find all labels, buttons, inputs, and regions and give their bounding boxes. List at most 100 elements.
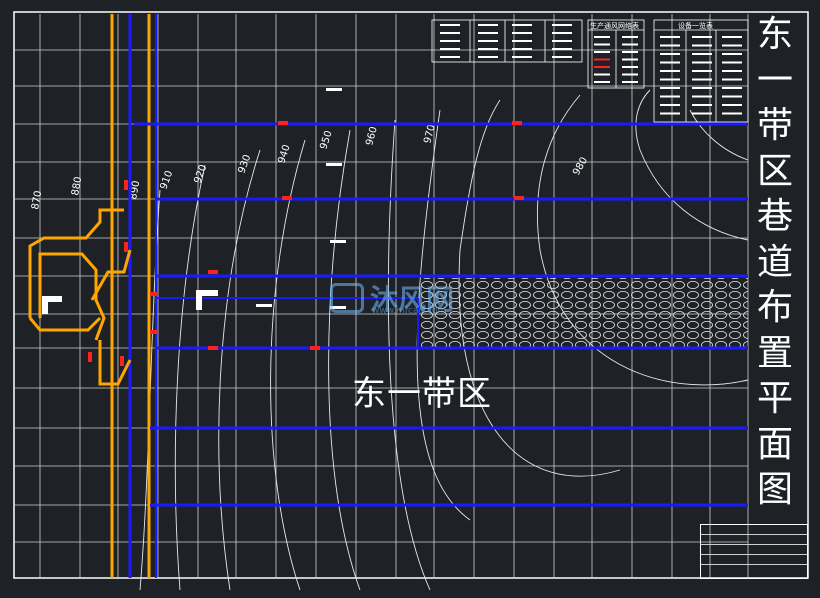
wind-table-title: 生产通风网络表 (590, 21, 639, 30)
table-cell-line (512, 24, 532, 26)
table-cell-line (692, 70, 712, 72)
table-cell-line (722, 36, 742, 38)
contour-labels: 870880 890 910 920 930 940950 960 970980 (30, 123, 590, 210)
title-block (700, 524, 808, 579)
title-block-row (701, 525, 807, 535)
red-marker (124, 180, 128, 190)
table-cell-line (722, 53, 742, 55)
table-cell-line (622, 51, 638, 53)
table-cell-line (594, 81, 610, 83)
table-cell-line (660, 95, 680, 98)
table-cell-line (692, 95, 712, 98)
contour-label: 870 (30, 190, 44, 211)
table-cell-line (722, 78, 742, 81)
watermark-url: www.mfcad.com (372, 306, 447, 316)
title-block-row (701, 555, 807, 565)
contour-label: 910 (158, 169, 175, 191)
watermark-logo-icon (330, 283, 364, 313)
table-cell-line (722, 44, 742, 47)
cad-drawing-viewport[interactable]: 870 880 890 910 920 930 940 950 960 970 980 (0, 0, 820, 594)
table-cell-line (692, 53, 712, 55)
table-cell-line (692, 104, 712, 106)
table-cell-line (692, 44, 712, 47)
drawing-title-vertical: 东 一 带 区 巷 道 布 置 平 面 图 (756, 14, 793, 510)
table-cell-line (552, 32, 572, 34)
main-roadways (110, 14, 157, 578)
table-cell-line (722, 70, 742, 72)
contour-line (387, 119, 431, 591)
table-cell-line (594, 58, 610, 61)
red-marker (150, 330, 158, 334)
table-cell-line (622, 73, 638, 76)
table-cell-line (512, 56, 532, 58)
table-cell-line (622, 43, 638, 46)
red-marker (120, 356, 124, 366)
table-cell-line (660, 53, 680, 55)
red-marker (208, 346, 218, 350)
table-cell-line (440, 40, 460, 42)
table-cell-line (478, 40, 498, 42)
red-marker (282, 196, 292, 200)
table-cell-line (440, 48, 460, 50)
table-cell-line (552, 24, 572, 26)
table-cell-line (660, 36, 680, 38)
table-cell-line (660, 70, 680, 72)
red-marker (278, 121, 288, 125)
table-cell-line (478, 24, 498, 26)
table-cell-line (594, 66, 610, 68)
table-cell-line (722, 95, 742, 98)
table-cell-line (512, 48, 532, 50)
table-cell-line (440, 24, 460, 26)
goaf-area (420, 278, 748, 348)
table-cell-line (660, 44, 680, 47)
red-marker (88, 352, 92, 362)
red-marker (514, 196, 524, 200)
table-cell-line (552, 56, 572, 58)
table-cell-line (478, 56, 498, 58)
table-cell-line (692, 78, 712, 81)
table-cell-line (692, 112, 712, 115)
red-marker (310, 346, 320, 350)
contour-label: 930 (236, 153, 253, 175)
contour-label: 880 (70, 176, 84, 197)
contour-label: 950 (318, 129, 334, 151)
table-cell-line (594, 51, 610, 53)
contour-label: 960 (364, 125, 380, 146)
area-label: 东一带区 (352, 374, 492, 414)
table-cell-line (722, 104, 742, 106)
table-cell-line (660, 61, 680, 64)
table-cell-line (552, 48, 572, 50)
table-cell-line (692, 61, 712, 64)
table-cell-line (660, 112, 680, 115)
contour-label: 980 (571, 155, 590, 177)
table-cell-line (660, 104, 680, 106)
equipment-table-title: 设备一览表 (678, 21, 713, 30)
red-marker (512, 121, 522, 125)
table-cell-line (622, 81, 638, 83)
red-marker (208, 270, 218, 274)
table-cell-line (622, 66, 638, 68)
table-cell-line (622, 36, 638, 38)
red-marker (150, 292, 158, 296)
contour-line (218, 149, 261, 591)
title-block-row (701, 545, 807, 555)
table-cell-line (722, 87, 742, 89)
table-cell-line (512, 40, 532, 42)
table-cell-line (660, 87, 680, 89)
title-block-row (701, 535, 807, 545)
wind-network-table (587, 19, 645, 89)
table-cell-line (478, 32, 498, 34)
table-cell-line (594, 36, 610, 38)
table-cell-line (594, 73, 610, 76)
table-cell-line (478, 48, 498, 50)
contour-line (174, 164, 206, 591)
table-cell-line (552, 40, 572, 42)
contour-label: 920 (192, 163, 209, 185)
table-cell-line (440, 32, 460, 34)
table-cell-line (440, 56, 460, 58)
table-cell-line (722, 112, 742, 115)
table-cell-line (512, 32, 532, 34)
table-cell-line (660, 78, 680, 81)
table-cell-line (692, 36, 712, 38)
table-cell-line (722, 61, 742, 64)
